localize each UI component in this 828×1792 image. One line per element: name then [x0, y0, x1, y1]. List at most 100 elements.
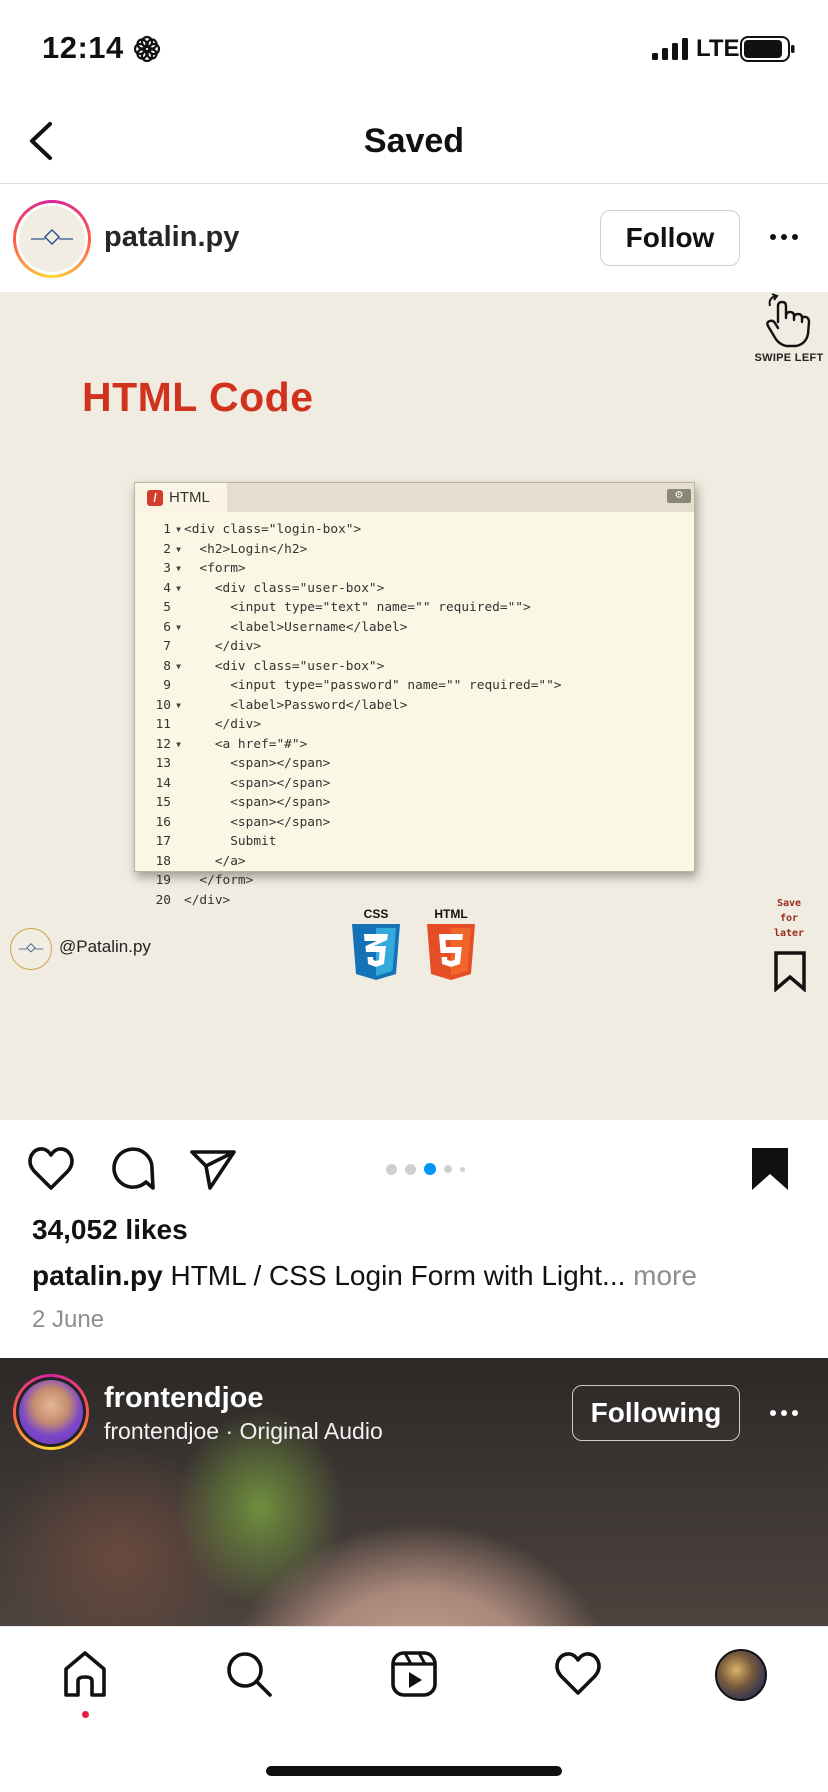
line-number: 17 [155, 834, 171, 849]
post-avatar[interactable] [13, 200, 91, 278]
line-number: 18 [155, 853, 171, 869]
code-text: </form> [184, 873, 254, 888]
editor-titlebar: / HTML ⚙ [135, 483, 694, 512]
save-for-later-label: Save for later [773, 898, 805, 939]
search-icon[interactable] [224, 1649, 274, 1699]
line-number: 5 [163, 600, 171, 615]
svg-text:HTML: HTML [434, 907, 467, 921]
code-line: 16 <span></span> [135, 813, 694, 833]
code-line: 17 Submit [135, 832, 694, 852]
code-text: <div class="login-box"> [184, 522, 362, 537]
html5-logo-icon: HTML [427, 907, 475, 980]
code-text: <span></span> [184, 795, 331, 810]
fold-arrow-icon: ▼ [176, 622, 181, 632]
code-line: 19 </form> [135, 871, 694, 891]
settings-gear-icon: ⚙ [667, 489, 691, 503]
editor-tab: / HTML [135, 483, 227, 512]
like-heart-icon[interactable] [26, 1144, 76, 1194]
code-line: 11 </div> [135, 715, 694, 735]
post-actions [0, 1120, 828, 1212]
editor-tab-label: HTML [169, 489, 210, 506]
follow-button[interactable]: Follow [600, 210, 740, 266]
reel-audio-subtitle[interactable]: frontendjoe · Original Audio [104, 1418, 383, 1445]
code-line: 14 <span></span> [135, 774, 694, 794]
code-text: </div> [184, 639, 262, 654]
fold-arrow-icon: ▼ [176, 564, 181, 573]
post-date: 2 June [32, 1306, 105, 1333]
nav-header: Saved [0, 100, 828, 184]
swipe-left-label: SWIPE LEFT [754, 352, 824, 364]
focus-flower-icon [133, 35, 161, 63]
bookmark-outline-icon [774, 951, 806, 992]
code-text: <input type="password" name="" required=… [184, 678, 562, 693]
code-text: </div> [184, 717, 262, 732]
fold-arrow-icon: ▼ [176, 700, 181, 710]
line-number: 14 [155, 775, 171, 791]
reel-avatar[interactable] [13, 1374, 89, 1450]
likes-count[interactable]: 34,052 likes [32, 1214, 188, 1246]
more-options-icon[interactable] [764, 222, 804, 252]
bookmark-filled-icon[interactable] [748, 1146, 792, 1192]
following-button[interactable]: Following [572, 1385, 740, 1441]
post-username[interactable]: patalin.py [104, 221, 239, 254]
carousel-dot [405, 1163, 416, 1175]
post-media[interactable]: SWIPE LEFT HTML Code / HTML ⚙ 1 ▼ <div cla… [0, 292, 828, 1120]
code-line: 13 <span></span> [135, 754, 694, 774]
line-number: 12 [155, 736, 171, 752]
page-title: Saved [363, 122, 465, 160]
line-number: 13 [155, 756, 171, 771]
line-number: 19 [155, 873, 171, 888]
patalin-logo-icon [18, 943, 44, 953]
caption-username[interactable]: patalin.py [32, 1260, 163, 1291]
code-editor-window: / HTML ⚙ 1 ▼ <div class="login-box"> 2 ▼ <h2… [134, 482, 695, 908]
code-line: 10 ▼ <label>Password</label> [135, 696, 694, 716]
fold-arrow-icon: ▼ [176, 739, 181, 749]
code-line: 20 </div> [135, 891, 694, 911]
caption-text: HTML / CSS Login Form with Light... [170, 1260, 626, 1291]
patalin-logo-icon [31, 228, 73, 246]
signal-icon [652, 38, 688, 60]
code-text: <label>Password</label> [184, 697, 408, 713]
code-body: 1 ▼ <div class="login-box"> 2 ▼ <h2>Login</h… [135, 512, 694, 910]
carousel-dot [460, 1166, 465, 1172]
share-paper-plane-icon[interactable] [188, 1144, 238, 1194]
swipe-hand-icon [766, 293, 811, 348]
code-line: 15 <span></span> [135, 793, 694, 813]
next-post-video[interactable]: frontendjoe frontendjoe · Original Audio… [0, 1358, 828, 1626]
code-text: <div class="user-box"> [184, 580, 385, 596]
line-number: 6 [163, 619, 171, 635]
more-options-icon[interactable] [764, 1398, 804, 1428]
code-line: 18 </a> [135, 852, 694, 872]
comment-icon[interactable] [108, 1144, 158, 1194]
reels-icon[interactable] [389, 1649, 439, 1699]
caption-more-link[interactable]: more [633, 1260, 697, 1291]
reel-username[interactable]: frontendjoe [104, 1382, 264, 1415]
code-line: 6 ▼ <label>Username</label> [135, 618, 694, 638]
home-icon[interactable] [60, 1649, 110, 1699]
activity-heart-icon[interactable] [553, 1649, 603, 1699]
fold-arrow-icon: ▼ [176, 544, 181, 554]
code-text: <span></span> [184, 756, 331, 771]
status-bar: 12:14 LTE [0, 0, 828, 100]
code-line: 8 ▼ <div class="user-box"> [135, 657, 694, 677]
network-type: LTE [696, 35, 740, 62]
home-notification-dot [82, 1711, 89, 1718]
carousel-dot [386, 1163, 397, 1175]
code-line: 3 ▼ <form> [135, 559, 694, 579]
line-number: 11 [155, 717, 171, 732]
code-line: 2 ▼ <h2>Login</h2> [135, 540, 694, 560]
battery-icon [740, 36, 795, 62]
fold-arrow-icon: ▼ [176, 583, 181, 593]
code-line: 1 ▼ <div class="login-box"> [135, 520, 694, 540]
watermark-handle: @Patalin.py [59, 937, 151, 956]
code-line: 12 ▼ <a href="#"> [135, 735, 694, 755]
code-text: <span></span> [184, 814, 331, 830]
code-text: <input type="text" name="" required=""> [184, 600, 531, 615]
profile-avatar[interactable] [715, 1649, 767, 1701]
